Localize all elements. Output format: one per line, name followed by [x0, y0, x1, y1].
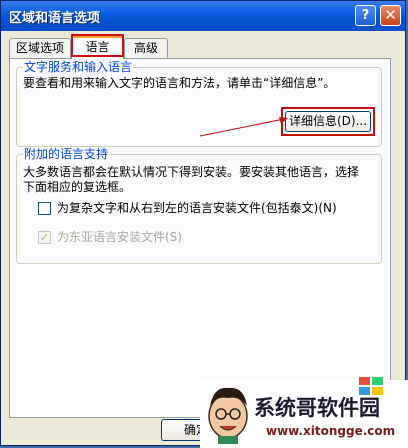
east-asian-label: 为东亚语言安装文件(S) [57, 230, 182, 244]
tab-panel: 文字服务和输入语言 要查看和用来输入文字的语言和方法，请单击“详细信息”。 详细… [9, 58, 391, 418]
east-asian-checkbox: ✓ [38, 231, 51, 244]
help-button[interactable]: ? [355, 5, 376, 26]
supplemental-description-line2: 下面相应的复选框。 [23, 180, 132, 194]
watermark-brand-text: 系统哥软件园 [254, 396, 380, 420]
supplemental-language-group: 附加的语言支持 大多数语言都会在默认情况下得到安装。要安装其他语言，选择 下面相… [16, 147, 382, 264]
tab-advanced[interactable]: 高级 [124, 38, 168, 58]
title-bar[interactable]: 区域和语言选项 ? ✕ [1, 1, 405, 31]
complex-script-label[interactable]: 为复杂文字和从右到左的语言安装文件(包括泰文)(N) [57, 201, 337, 215]
close-button[interactable]: ✕ [380, 5, 401, 26]
supplemental-legend: 附加的语言支持 [23, 147, 110, 161]
watermark-url: www.xitongge.com [266, 424, 396, 438]
tab-highlight-box [71, 34, 124, 57]
window-title: 区域和语言选项 [9, 11, 101, 26]
complex-script-checkbox[interactable] [38, 202, 51, 215]
tab-regional-options[interactable]: 区域选项 [9, 38, 71, 58]
supplemental-description-line1: 大多数语言都会在默认情况下得到安装。要安装其他语言，选择 [23, 165, 360, 179]
mascot-logo-icon [208, 387, 248, 444]
